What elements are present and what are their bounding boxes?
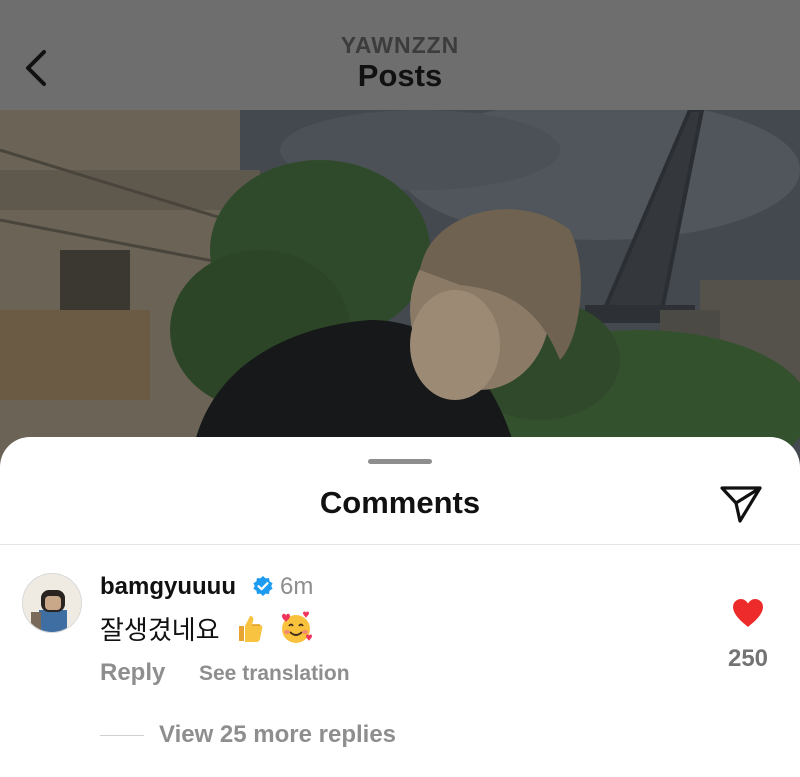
thumbs-up-emoji <box>233 612 265 651</box>
smiling-face-with-hearts-emoji <box>278 610 314 651</box>
divider <box>0 544 800 545</box>
comments-sheet: Comments bamgyuuuu 6m 잘생겼네요 Reply See tr… <box>0 437 800 777</box>
view-more-replies-button[interactable]: View 25 more replies <box>159 721 396 749</box>
like-button[interactable] <box>731 597 765 629</box>
comment-time: 6m <box>280 573 314 600</box>
comment-username[interactable]: bamgyuuuu <box>100 573 236 601</box>
verified-badge-icon <box>252 575 274 597</box>
heart-icon <box>733 599 763 627</box>
reply-button[interactable]: Reply <box>100 659 165 687</box>
avatar[interactable] <box>22 573 82 633</box>
page-title: Posts <box>357 58 443 93</box>
replies-line <box>100 735 144 736</box>
comments-title: Comments <box>319 485 481 520</box>
header-username: YAWNZZN <box>340 32 460 58</box>
share-button[interactable] <box>718 483 764 525</box>
avatar-image <box>23 574 81 632</box>
photo-scene <box>0 110 800 470</box>
comment-text: 잘생겼네요 <box>100 610 314 651</box>
paper-plane-icon <box>720 486 762 523</box>
like-count: 250 <box>727 645 769 672</box>
post-photo[interactable] <box>0 110 800 470</box>
drag-handle[interactable] <box>368 459 432 464</box>
post-header: YAWNZZN Posts <box>0 0 800 110</box>
comment-body: 잘생겼네요 <box>100 615 220 645</box>
see-translation-button[interactable]: See translation <box>199 662 350 686</box>
